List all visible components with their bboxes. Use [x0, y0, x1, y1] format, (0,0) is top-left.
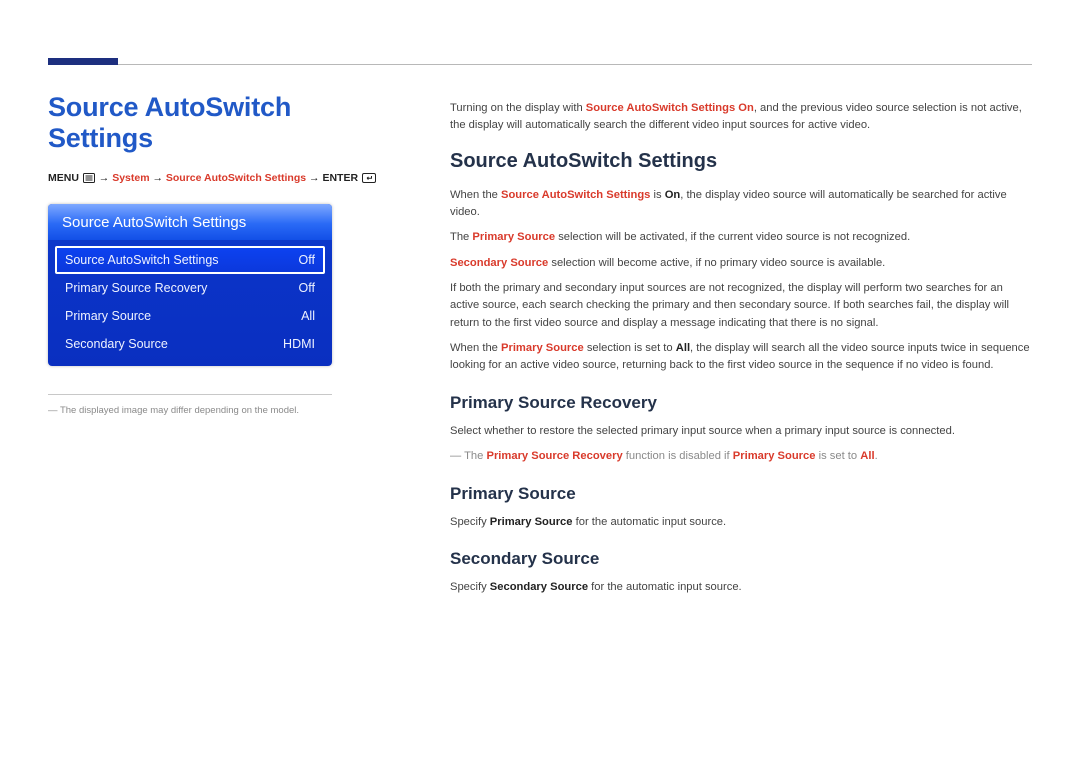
left-column: Source AutoSwitch Settings MENU → System… — [48, 92, 388, 739]
text: is set to — [815, 450, 860, 462]
left-divider — [48, 394, 332, 395]
osd-body: Source AutoSwitch Settings Off Primary S… — [48, 240, 332, 366]
text: is — [650, 189, 664, 201]
text: When the — [450, 189, 501, 201]
top-horizontal-rule — [48, 64, 1032, 65]
osd-panel: Source AutoSwitch Settings Source AutoSw… — [48, 204, 332, 366]
heading-ss: Secondary Source — [450, 549, 1032, 569]
text: for the automatic input source. — [588, 581, 742, 593]
text: selection is set to — [584, 342, 676, 354]
osd-row-source-autoswitch[interactable]: Source AutoSwitch Settings Off — [55, 246, 325, 274]
osd-row-primary-recovery[interactable]: Primary Source Recovery Off — [55, 274, 325, 302]
breadcrumb-sas: Source AutoSwitch Settings — [166, 172, 306, 184]
text-bold: Secondary Source — [490, 581, 588, 593]
osd-row-value: HDMI — [275, 337, 315, 351]
psr-note: The Primary Source Recovery function is … — [450, 448, 1032, 465]
top-accent-bar — [48, 58, 118, 65]
text: Specify — [450, 581, 490, 593]
text: selection will become active, if no prim… — [548, 257, 885, 269]
breadcrumb-system: System — [112, 172, 149, 184]
text: . — [875, 450, 878, 462]
sas-p3: Secondary Source selection will become a… — [450, 255, 1032, 272]
osd-row-label: Source AutoSwitch Settings — [65, 253, 219, 267]
right-column: Turning on the display with Source AutoS… — [450, 92, 1032, 739]
text-highlight: Primary Source — [733, 450, 816, 462]
breadcrumb-menu: MENU — [48, 172, 79, 184]
breadcrumb-arrow: → — [309, 172, 320, 184]
breadcrumb: MENU → System → Source AutoSwitch Settin… — [48, 172, 388, 184]
intro-paragraph: Turning on the display with Source AutoS… — [450, 100, 1032, 134]
breadcrumb-arrow: → — [99, 172, 110, 184]
psr-p1: Select whether to restore the selected p… — [450, 423, 1032, 440]
sas-p5: When the Primary Source selection is set… — [450, 340, 1032, 375]
text-highlight: Source AutoSwitch Settings — [586, 102, 735, 114]
sas-p1: When the Source AutoSwitch Settings is O… — [450, 187, 1032, 222]
text: function is disabled if — [623, 450, 733, 462]
ps-p1: Specify Primary Source for the automatic… — [450, 514, 1032, 531]
osd-row-value: All — [275, 309, 315, 323]
osd-row-label: Primary Source Recovery — [65, 281, 207, 295]
text-highlight: Secondary Source — [450, 257, 548, 269]
osd-row-primary-source[interactable]: Primary Source All — [55, 302, 325, 330]
heading-sas: Source AutoSwitch Settings — [450, 150, 1032, 173]
osd-row-label: Primary Source — [65, 309, 151, 323]
ss-p1: Specify Secondary Source for the automat… — [450, 579, 1032, 596]
text-highlight: Primary Source — [501, 342, 584, 354]
text: Turning on the display with — [450, 102, 586, 114]
osd-row-secondary-source[interactable]: Secondary Source HDMI — [55, 330, 325, 358]
text-bold: On — [665, 189, 681, 201]
osd-header: Source AutoSwitch Settings — [48, 204, 332, 240]
heading-ps: Primary Source — [450, 484, 1032, 504]
text-highlight: All — [860, 450, 874, 462]
breadcrumb-enter: ENTER — [322, 172, 358, 184]
text-highlight: Primary Source Recovery — [486, 450, 622, 462]
text-highlight: On — [738, 102, 754, 114]
breadcrumb-arrow: → — [152, 172, 163, 184]
text-bold: All — [676, 342, 690, 354]
menu-icon — [83, 173, 95, 183]
text: The — [450, 231, 472, 243]
heading-psr: Primary Source Recovery — [450, 393, 1032, 413]
osd-row-value: Off — [275, 253, 315, 267]
osd-row-label: Secondary Source — [65, 337, 168, 351]
enter-icon — [362, 173, 376, 183]
text-highlight: Source AutoSwitch Settings — [501, 189, 650, 201]
text: for the automatic input source. — [573, 516, 727, 528]
page-content: Source AutoSwitch Settings MENU → System… — [48, 92, 1032, 739]
text: When the — [450, 342, 501, 354]
text-highlight: Primary Source — [472, 231, 555, 243]
page-title: Source AutoSwitch Settings — [48, 92, 388, 154]
osd-row-value: Off — [275, 281, 315, 295]
note-image-differ: The displayed image may differ depending… — [48, 405, 388, 416]
text-bold: Primary Source — [490, 516, 573, 528]
sas-p2: The Primary Source selection will be act… — [450, 229, 1032, 246]
text: Specify — [450, 516, 490, 528]
text: selection will be activated, if the curr… — [555, 231, 910, 243]
sas-p4: If both the primary and secondary input … — [450, 280, 1032, 332]
text: The — [464, 450, 486, 462]
